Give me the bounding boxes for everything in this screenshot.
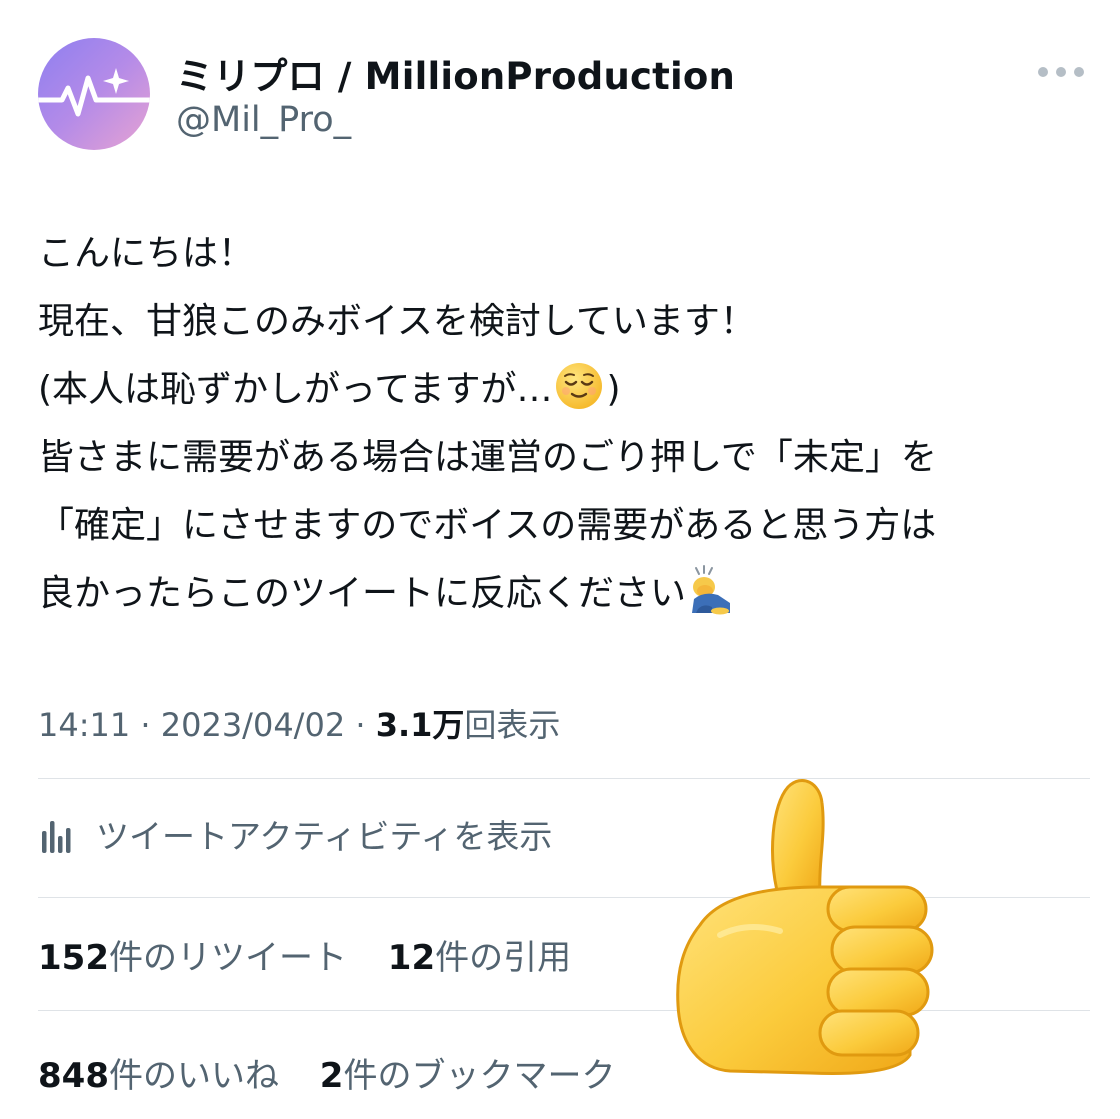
million-production-logo-icon (38, 68, 150, 117)
likes-label: 件のいいね (108, 1056, 279, 1096)
views-count: 3.1万 (375, 706, 465, 744)
likes-count: 848 (38, 1056, 109, 1096)
tweet-line: (本人は恥ずかしがってますが… ) (38, 356, 1108, 424)
bookmarks-count: 2 (319, 1056, 344, 1096)
tweet-activity-label: ツイートアクティビティを表示 (96, 817, 553, 856)
likes-stat[interactable]: 848件のいいね (38, 1048, 279, 1097)
tweet-line: 皆さまに需要がある場合は運営のごり押しで「未定」を (38, 437, 937, 478)
bookmarks-stat[interactable]: 2件のブックマーク (320, 1048, 616, 1097)
bowing-person-emoji (692, 565, 731, 615)
tweet-line: 良かったらこのツイートに反応ください (38, 560, 1108, 628)
author-display-name[interactable]: ミリプロ / MillionProduction (176, 46, 735, 100)
analytics-bar-chart-icon (42, 821, 71, 853)
tweet-line: 現在、甘狼このみボイスを検討しています！ (38, 301, 756, 342)
avatar[interactable] (38, 38, 150, 150)
views-label: 回表示 (464, 706, 561, 744)
tweet-time[interactable]: 14:11 (38, 706, 130, 744)
tweet-line: こんにちは！ (38, 233, 255, 274)
quotes-label: 件の引用 (435, 938, 572, 978)
retweets-count: 152 (38, 938, 109, 978)
retweets-stat[interactable]: 152件のリツイート (38, 930, 347, 979)
tweet-line: 「確定」にさせますのでボイスの需要があると思う方は (38, 505, 937, 546)
tweet-date[interactable]: 2023/04/02 (161, 706, 345, 744)
stats-row-retweets: 152件のリツイート 12件の引用 (38, 930, 601, 979)
tweet-activity-link[interactable]: ツイートアクティビティを表示 (38, 810, 552, 858)
tweet-text: こんにちは！ 現在、甘狼このみボイスを検討しています！ (本人は恥ずかしがってま… (38, 220, 1108, 628)
quotes-count: 12 (387, 938, 436, 978)
more-options-icon[interactable] (1038, 66, 1084, 78)
retweets-label: 件のリツイート (108, 938, 347, 978)
stats-row-likes: 848件のいいね 2件のブックマーク (38, 1048, 645, 1097)
tweet-meta: 14:11 · 2023/04/02 · 3.1万回表示 (38, 706, 561, 744)
thumbs-up-emoji (676, 779, 934, 1075)
bookmarks-label: 件のブックマーク (343, 1056, 616, 1096)
quotes-stat[interactable]: 12件の引用 (388, 930, 571, 979)
relieved-face-emoji (556, 363, 603, 409)
author-handle[interactable]: @Mil_Pro_ (176, 100, 351, 140)
